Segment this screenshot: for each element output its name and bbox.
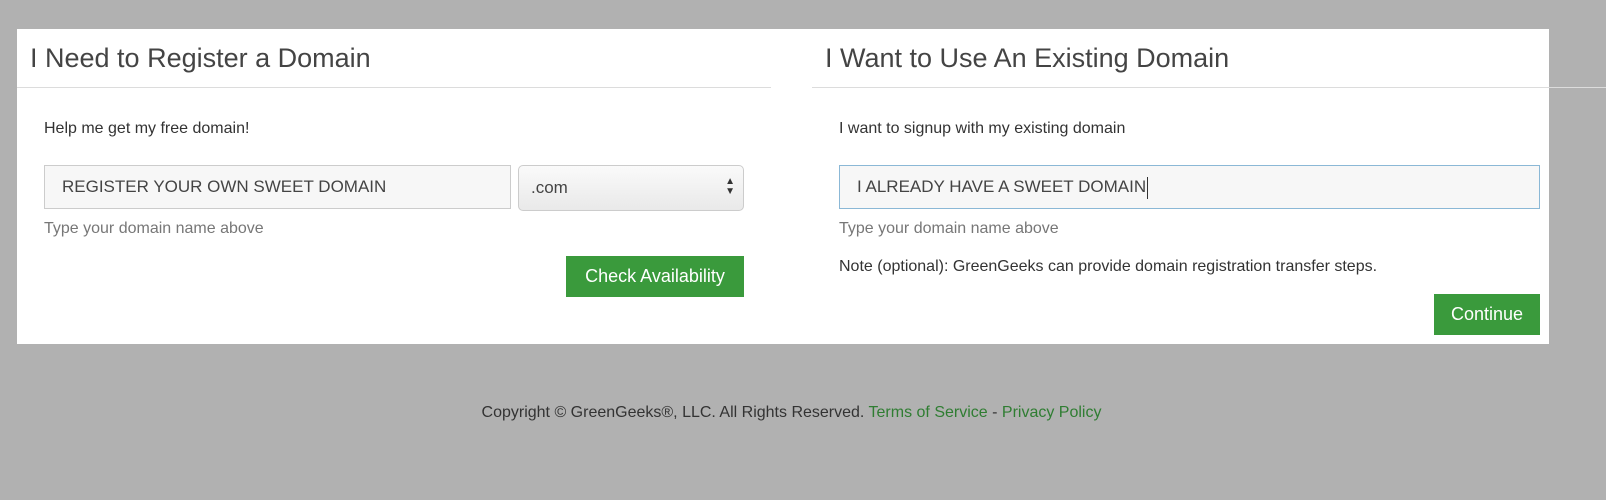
input-value: REGISTER YOUR OWN SWEET DOMAIN xyxy=(62,177,387,196)
continue-button[interactable]: Continue xyxy=(1434,294,1540,335)
existing-domain-section: I Want to Use An Existing Domain I want … xyxy=(812,29,1606,335)
footer: Copyright © GreenGeeks®, LLC. All Rights… xyxy=(0,404,1583,422)
check-availability-button[interactable]: Check Availability xyxy=(566,256,744,297)
tld-selected: .com xyxy=(531,178,568,197)
section-lead: I want to signup with my existing domain xyxy=(839,120,1126,137)
transfer-note: Note (optional): GreenGeeks can provide … xyxy=(839,258,1378,275)
register-domain-section: I Need to Register a Domain Help me get … xyxy=(17,29,771,297)
privacy-policy-link[interactable]: Privacy Policy xyxy=(1002,404,1102,421)
section-title: I Want to Use An Existing Domain xyxy=(825,43,1230,73)
tld-select[interactable]: .com ▲ ▼ xyxy=(518,165,744,211)
select-arrows-icon: ▲ ▼ xyxy=(725,176,735,197)
copyright-text: Copyright © GreenGeeks®, LLC. All Rights… xyxy=(481,404,865,421)
domain-panel: I Need to Register a Domain Help me get … xyxy=(17,29,1606,344)
section-title: I Need to Register a Domain xyxy=(30,43,371,73)
register-domain-input[interactable]: REGISTER YOUR OWN SWEET DOMAIN xyxy=(44,165,511,209)
help-text: Type your domain name above xyxy=(44,220,264,237)
terms-of-service-link[interactable]: Terms of Service xyxy=(869,404,988,421)
existing-domain-input[interactable]: I ALREADY HAVE A SWEET DOMAIN xyxy=(839,165,1540,209)
section-lead: Help me get my free domain! xyxy=(44,120,250,137)
footer-separator: - xyxy=(992,404,998,421)
input-value: I ALREADY HAVE A SWEET DOMAIN xyxy=(857,177,1147,196)
help-text: Type your domain name above xyxy=(839,220,1059,237)
text-caret xyxy=(1147,176,1149,199)
